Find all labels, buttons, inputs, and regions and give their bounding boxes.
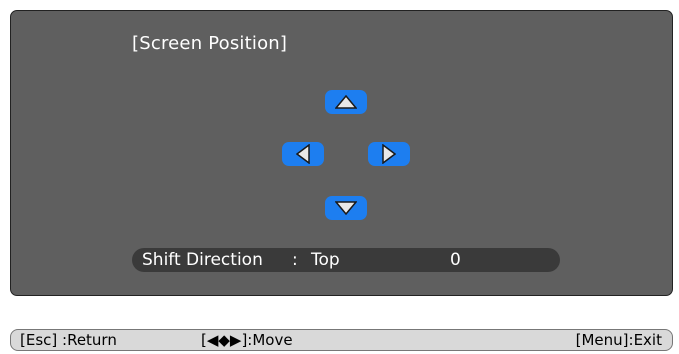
triangle-left-icon: [296, 144, 310, 164]
triangle-up-icon: [335, 95, 357, 109]
shift-direction-separator: :: [292, 250, 298, 270]
triangle-down-icon: [335, 201, 357, 215]
move-right-button[interactable]: [368, 142, 410, 166]
triangle-right-icon: [382, 144, 396, 164]
shift-direction-bar: Shift Direction : Top 0: [132, 248, 560, 272]
screen-position-panel: [Screen Position] Shift Direction : Top …: [10, 10, 673, 296]
move-left-button[interactable]: [282, 142, 324, 166]
help-move: [◀◆▶]:Move: [201, 331, 293, 349]
move-up-button[interactable]: [325, 90, 367, 114]
help-exit: [Menu]:Exit: [575, 331, 662, 349]
page-title: [Screen Position]: [132, 33, 288, 54]
shift-direction-value: Top: [311, 250, 340, 270]
key-help-bar: [Esc] :Return [◀◆▶]:Move [Menu]:Exit: [10, 329, 673, 351]
shift-direction-label: Shift Direction: [142, 250, 263, 270]
move-down-button[interactable]: [325, 196, 367, 220]
shift-amount-value: 0: [450, 250, 461, 270]
help-return: [Esc] :Return: [20, 331, 117, 349]
